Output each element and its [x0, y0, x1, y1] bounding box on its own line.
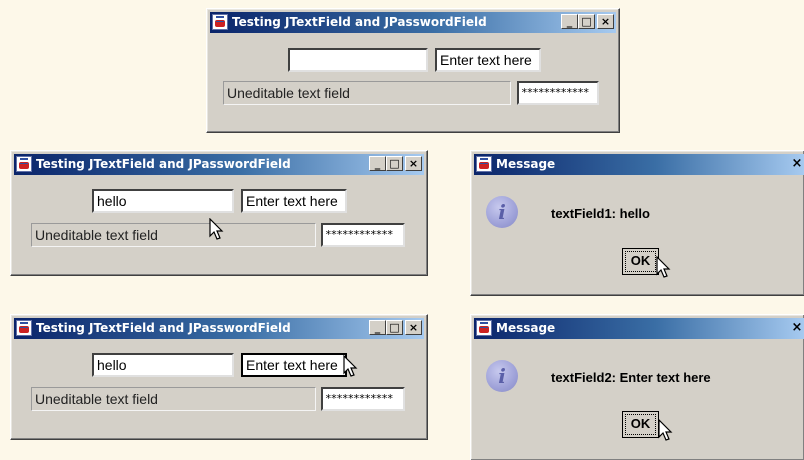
window-title: Testing JTextField and JPasswordField: [232, 15, 487, 29]
java-cup-icon: [476, 156, 492, 172]
uneditable-text-field: Uneditable text field: [31, 223, 316, 247]
close-button[interactable]: ×: [597, 14, 614, 29]
message-dialog-2: Message × i textField2: Enter text here …: [470, 314, 804, 460]
java-cup-icon: [16, 320, 32, 336]
text-field-2[interactable]: Enter text here: [241, 353, 347, 377]
mouse-pointer-icon: [658, 419, 673, 441]
java-cup-icon: [476, 320, 492, 336]
uneditable-text-field: Uneditable text field: [223, 81, 511, 105]
jtextfield-window-2: Testing JTextField and JPasswordField _ …: [10, 150, 428, 276]
close-button[interactable]: ×: [405, 320, 422, 335]
message-dialog-1: Message × i textField1: hello OK: [470, 150, 804, 296]
minimize-button[interactable]: _: [369, 320, 386, 335]
title-bar[interactable]: Testing JTextField and JPasswordField _ …: [14, 318, 424, 339]
ok-button[interactable]: OK: [622, 248, 659, 275]
password-field[interactable]: ************: [321, 223, 405, 247]
java-cup-icon: [212, 14, 228, 30]
information-icon: i: [486, 360, 518, 392]
window-title: Testing JTextField and JPasswordField: [36, 157, 291, 171]
close-button[interactable]: ×: [791, 156, 803, 171]
text-field-1[interactable]: hello: [92, 189, 234, 213]
minimize-button[interactable]: _: [369, 156, 386, 171]
maximize-button[interactable]: □: [386, 156, 403, 171]
dialog-title: Message: [496, 157, 556, 171]
jtextfield-window-1: Testing JTextField and JPasswordField _ …: [206, 8, 620, 133]
message-text: textField1: hello: [551, 206, 650, 221]
text-field-2[interactable]: Enter text here: [241, 189, 347, 213]
title-bar[interactable]: Testing JTextField and JPasswordField _ …: [210, 12, 616, 33]
jtextfield-window-3: Testing JTextField and JPasswordField _ …: [10, 314, 428, 440]
password-field[interactable]: ************: [321, 387, 405, 411]
maximize-button[interactable]: □: [386, 320, 403, 335]
title-bar[interactable]: Message ×: [474, 318, 804, 339]
window-title: Testing JTextField and JPasswordField: [36, 321, 291, 335]
ok-label: OK: [630, 416, 651, 431]
message-text: textField2: Enter text here: [551, 370, 711, 385]
ok-button[interactable]: OK: [622, 411, 659, 438]
close-button[interactable]: ×: [405, 156, 422, 171]
text-field-2[interactable]: Enter text here: [435, 48, 541, 72]
dialog-title: Message: [496, 321, 556, 335]
java-cup-icon: [16, 156, 32, 172]
password-field[interactable]: ************: [517, 81, 599, 105]
title-bar[interactable]: Testing JTextField and JPasswordField _ …: [14, 154, 424, 175]
minimize-button[interactable]: _: [561, 14, 578, 29]
title-bar[interactable]: Message ×: [474, 154, 804, 175]
ok-label: OK: [630, 253, 651, 268]
information-icon: i: [486, 196, 518, 228]
maximize-button[interactable]: □: [578, 14, 595, 29]
text-field-1[interactable]: [288, 48, 428, 72]
close-button[interactable]: ×: [791, 320, 803, 335]
uneditable-text-field: Uneditable text field: [31, 387, 316, 411]
text-field-1[interactable]: hello: [92, 353, 234, 377]
